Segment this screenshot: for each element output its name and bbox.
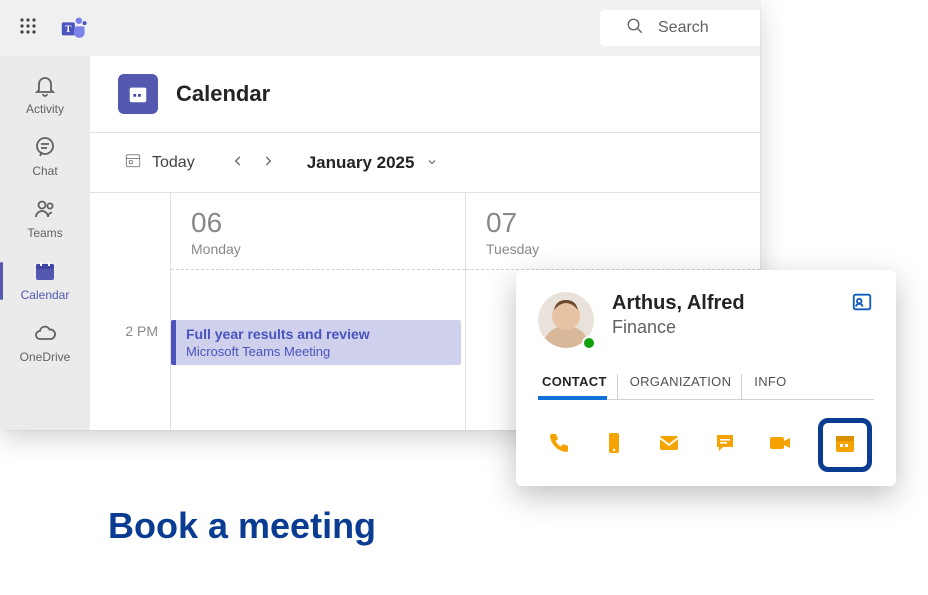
caption-text: Book a meeting bbox=[108, 505, 376, 547]
sidebar-item-calendar[interactable]: Calendar bbox=[0, 250, 90, 312]
top-bar: T Search bbox=[0, 0, 760, 56]
nav-arrows bbox=[223, 148, 283, 178]
day-number: 07 bbox=[486, 207, 740, 239]
calendar-today-icon bbox=[124, 151, 152, 174]
tab-label: CONTACT bbox=[542, 374, 607, 389]
cloud-icon bbox=[32, 320, 58, 346]
today-label: Today bbox=[152, 154, 195, 172]
time-label: 2 PM bbox=[90, 323, 170, 339]
avatar[interactable] bbox=[538, 292, 594, 348]
calendar-icon bbox=[32, 258, 58, 284]
sidebar-item-label: Activity bbox=[26, 102, 64, 116]
phone-icon bbox=[546, 431, 570, 460]
chevron-right-icon bbox=[261, 154, 275, 171]
calendar-toolbar: Today January 2025 bbox=[90, 133, 760, 193]
day-name: Monday bbox=[191, 241, 445, 257]
search-placeholder: Search bbox=[658, 19, 709, 37]
video-button[interactable] bbox=[762, 427, 798, 463]
event-subtitle: Microsoft Teams Meeting bbox=[186, 344, 451, 359]
contact-name: Arthus, Alfred bbox=[612, 292, 850, 315]
sidebar-item-label: Calendar bbox=[21, 288, 70, 302]
page-title: Calendar bbox=[176, 81, 270, 107]
chevron-left-icon bbox=[231, 154, 245, 171]
month-label: January 2025 bbox=[307, 153, 415, 173]
sidebar-item-label: Chat bbox=[32, 164, 57, 178]
tab-organization[interactable]: ORGANIZATION bbox=[626, 374, 743, 399]
chat-icon bbox=[713, 431, 737, 460]
tab-label: INFO bbox=[754, 374, 786, 389]
tab-info[interactable]: INFO bbox=[750, 374, 796, 399]
mobile-icon bbox=[602, 431, 626, 460]
sidebar-item-label: Teams bbox=[27, 226, 62, 240]
calendar-header: Calendar bbox=[90, 56, 760, 132]
svg-text:T: T bbox=[65, 24, 72, 35]
email-button[interactable] bbox=[651, 427, 687, 463]
mobile-button[interactable] bbox=[596, 427, 632, 463]
day-column[interactable]: 06 Monday Full year results and review M… bbox=[170, 193, 465, 430]
sidebar-item-teams[interactable]: Teams bbox=[0, 188, 90, 250]
sidebar-item-activity[interactable]: Activity bbox=[0, 64, 90, 126]
video-icon bbox=[768, 431, 792, 460]
expand-card-button[interactable] bbox=[850, 292, 874, 316]
bell-icon bbox=[32, 72, 58, 98]
event-title: Full year results and review bbox=[186, 326, 451, 342]
contact-actions bbox=[538, 418, 874, 472]
waffle-icon bbox=[19, 17, 37, 40]
call-button[interactable] bbox=[540, 427, 576, 463]
chat-icon bbox=[32, 134, 58, 160]
sidebar: Activity Chat Teams Calendar bbox=[0, 56, 90, 430]
book-meeting-highlight bbox=[818, 418, 872, 472]
month-picker[interactable]: January 2025 bbox=[307, 153, 439, 173]
presence-available-icon bbox=[582, 336, 596, 350]
calendar-app-icon bbox=[118, 74, 158, 114]
app-launcher-button[interactable] bbox=[8, 8, 48, 48]
contact-card: Arthus, Alfred Finance CONTACT ORGANIZAT… bbox=[516, 270, 896, 486]
calendar-icon bbox=[833, 431, 857, 460]
day-name: Tuesday bbox=[486, 241, 740, 257]
sidebar-item-onedrive[interactable]: OneDrive bbox=[0, 312, 90, 374]
search-box[interactable]: Search bbox=[600, 10, 760, 46]
search-icon bbox=[626, 17, 644, 40]
contact-card-tabs: CONTACT ORGANIZATION INFO bbox=[538, 374, 874, 400]
prev-button[interactable] bbox=[223, 148, 253, 178]
mail-icon bbox=[657, 431, 681, 460]
people-icon bbox=[32, 196, 58, 222]
today-button[interactable]: Today bbox=[118, 147, 201, 178]
contact-card-icon bbox=[851, 291, 873, 318]
tab-label: ORGANIZATION bbox=[630, 374, 732, 389]
teams-logo-icon: T bbox=[54, 8, 94, 48]
book-meeting-button[interactable] bbox=[825, 425, 865, 465]
chat-button[interactable] bbox=[707, 427, 743, 463]
calendar-event[interactable]: Full year results and review Microsoft T… bbox=[171, 320, 461, 365]
sidebar-item-chat[interactable]: Chat bbox=[0, 126, 90, 188]
day-number: 06 bbox=[191, 207, 445, 239]
contact-department: Finance bbox=[612, 317, 850, 338]
tab-contact[interactable]: CONTACT bbox=[538, 374, 618, 399]
sidebar-item-label: OneDrive bbox=[20, 350, 71, 364]
next-button[interactable] bbox=[253, 148, 283, 178]
chevron-down-icon bbox=[414, 153, 438, 173]
